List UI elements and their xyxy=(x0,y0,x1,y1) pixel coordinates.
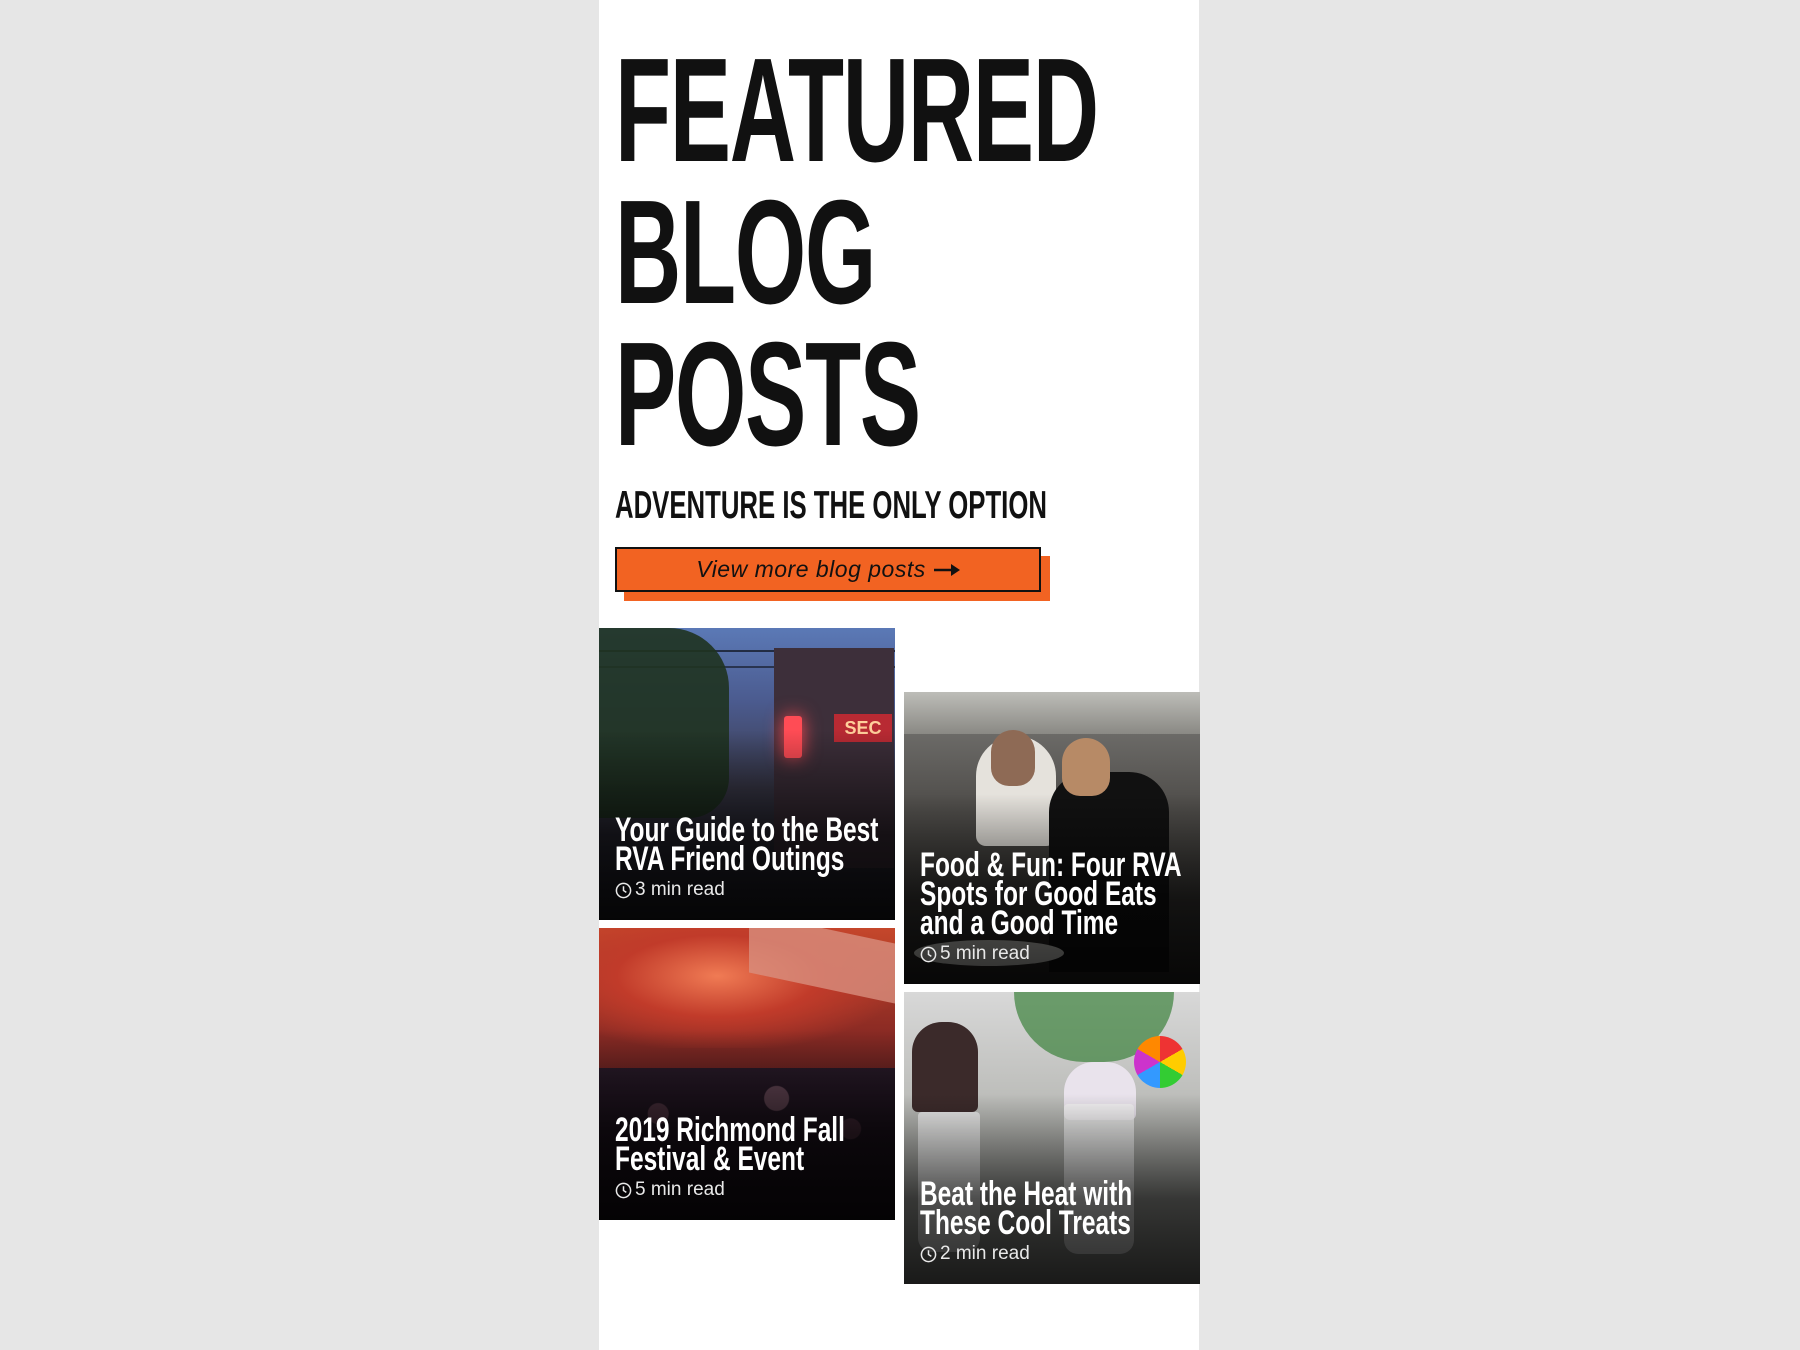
kitchen-hood-shape xyxy=(904,692,1200,734)
read-time: 3 min read xyxy=(615,879,883,901)
blog-card-friend-outings[interactable]: SEC Your Guide to the Best RVA Friend Ou… xyxy=(599,628,895,920)
card-title[interactable]: Food & Fun: Four RVA Spots for Good Eats… xyxy=(920,848,1188,940)
read-time-label: 3 min read xyxy=(635,879,725,900)
title-line: BLOG xyxy=(615,170,876,335)
read-time: 5 min read xyxy=(615,1179,883,1201)
read-time-label: 5 min read xyxy=(940,943,1030,964)
card-title[interactable]: 2019 Richmond Fall Festival & Event xyxy=(615,1113,883,1176)
section-title: FEATURED BLOG POSTS xyxy=(615,28,1099,477)
blog-card-fall-festival[interactable]: 2019 Richmond Fall Festival & Event 5 mi… xyxy=(599,928,895,1220)
blog-card-food-and-fun[interactable]: Food & Fun: Four RVA Spots for Good Eats… xyxy=(904,692,1200,984)
lollipop-shape xyxy=(1134,1036,1186,1088)
title-line: FEATURED xyxy=(615,28,1099,193)
read-time: 5 min read xyxy=(920,943,1188,965)
card-title[interactable]: Beat the Heat with These Cool Treats xyxy=(920,1177,1188,1240)
clock-icon xyxy=(920,1246,937,1262)
view-more-blog-posts-link[interactable]: View more blog posts xyxy=(615,547,1061,604)
arrow-right-icon xyxy=(933,563,960,576)
card-body: Beat the Heat with These Cool Treats 2 m… xyxy=(920,1177,1188,1265)
card-title[interactable]: Your Guide to the Best RVA Friend Outing… xyxy=(615,813,883,876)
read-time-label: 2 min read xyxy=(940,1243,1030,1264)
chef-head-shape xyxy=(1062,738,1110,796)
card-body: Food & Fun: Four RVA Spots for Good Eats… xyxy=(920,848,1188,965)
section-subtitle: ADVENTURE IS THE ONLY OPTION xyxy=(615,484,1047,527)
blog-card-cool-treats[interactable]: Beat the Heat with These Cool Treats 2 m… xyxy=(904,992,1200,1284)
cta-label: View more blog posts xyxy=(696,556,926,582)
card-body: 2019 Richmond Fall Festival & Event 5 mi… xyxy=(615,1113,883,1201)
title-line: POSTS xyxy=(615,312,921,477)
clock-icon xyxy=(615,1182,632,1198)
chef-head-shape xyxy=(991,730,1035,786)
read-time: 2 min read xyxy=(920,1243,1188,1265)
clock-icon xyxy=(920,946,937,962)
card-body: Your Guide to the Best RVA Friend Outing… xyxy=(615,813,883,901)
featured-blog-section: FEATURED BLOG POSTS ADVENTURE IS THE ONL… xyxy=(599,0,1200,1350)
clock-icon xyxy=(615,882,632,898)
read-time-label: 5 min read xyxy=(635,1179,725,1200)
view-more-blog-posts-button[interactable]: View more blog posts xyxy=(615,547,1041,592)
